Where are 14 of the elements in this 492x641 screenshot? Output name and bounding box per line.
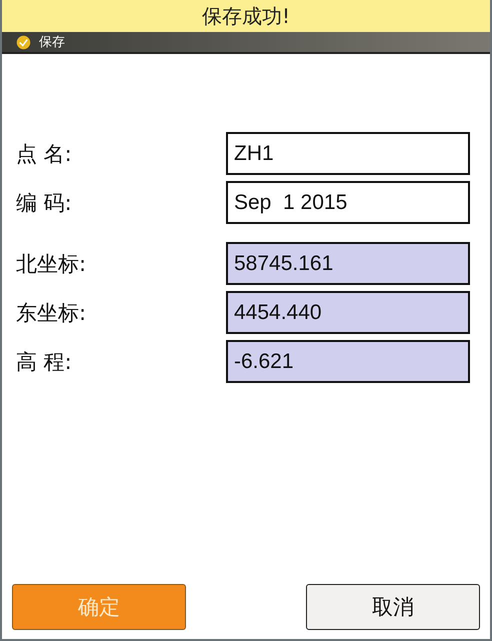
check-icon (16, 34, 31, 50)
input-field[interactable]: Sep 1 2015 (226, 181, 470, 224)
window-title: 保存 (39, 34, 65, 51)
field-label: 北坐标: (16, 250, 86, 278)
input-field[interactable]: 58745.161 (226, 242, 470, 285)
input-field[interactable]: ZH1 (226, 132, 470, 175)
field-label: 点 名: (16, 140, 72, 168)
toast-message: 保存成功! (2, 0, 490, 32)
field-label: 高 程: (16, 348, 72, 376)
field-label: 东坐标: (16, 300, 86, 326)
input-field[interactable]: -6.621 (226, 340, 470, 383)
input-field[interactable]: 4454.440 (226, 291, 470, 334)
cancel-button[interactable]: 取消 (306, 584, 480, 630)
field-label: 编 码: (16, 190, 72, 216)
